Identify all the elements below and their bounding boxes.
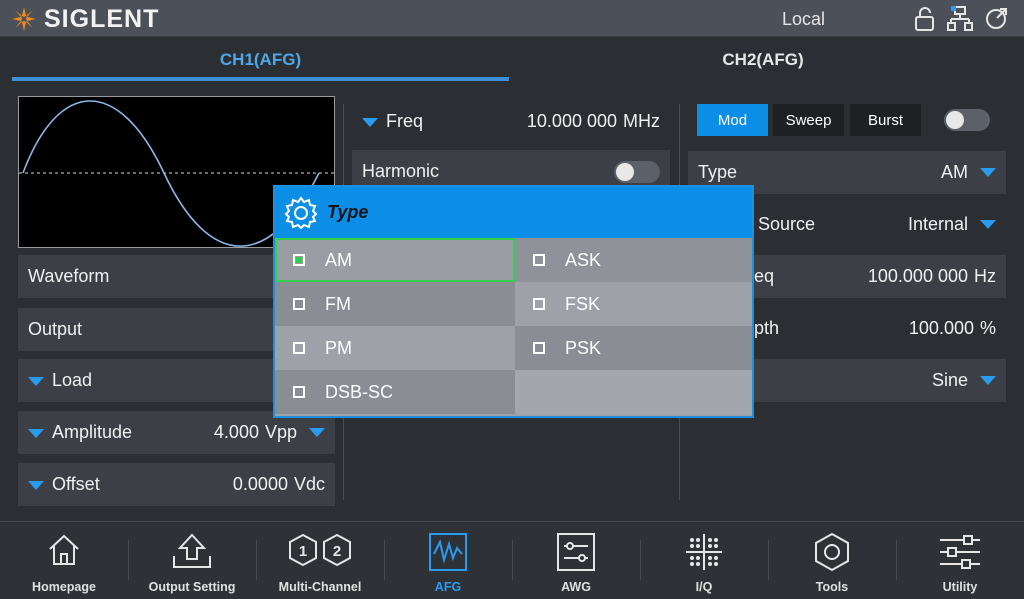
- nav-awg[interactable]: AWG: [512, 522, 640, 599]
- home-icon: [49, 534, 79, 565]
- svg-text:1: 1: [299, 543, 307, 560]
- modulation-toggle[interactable]: [944, 109, 990, 131]
- awg-icon: [557, 533, 595, 571]
- checkbox-icon: [293, 342, 305, 354]
- checkbox-icon: [533, 254, 545, 266]
- freq-value: 10.000 000: [526, 111, 617, 131]
- option-dsb-sc[interactable]: DSB-SC: [275, 370, 515, 414]
- amplitude-unit: Vpp: [264, 422, 297, 442]
- freq-row[interactable]: Freq 10.000 000 MHz: [352, 100, 670, 143]
- network-icon[interactable]: [947, 6, 973, 32]
- gear-icon: [284, 195, 318, 229]
- dropdown-triangle-icon: [980, 168, 996, 177]
- checkbox-icon: [293, 386, 305, 398]
- mod-freq-unit: Hz: [974, 266, 996, 286]
- sweep-tab-button[interactable]: Sweep: [773, 104, 844, 136]
- dialog-title: Type: [327, 202, 369, 222]
- option-pm[interactable]: PM: [275, 326, 515, 370]
- mod-shape-value: Sine: [931, 370, 968, 390]
- sliders-icon: [940, 535, 980, 569]
- dropdown-triangle-icon: [980, 376, 996, 385]
- option-am[interactable]: AM: [275, 238, 515, 282]
- mod-tab-button[interactable]: Mod: [697, 104, 768, 136]
- afg-wave-icon: [429, 533, 467, 571]
- option-ask[interactable]: ASK: [515, 238, 752, 282]
- siglent-star-icon: [12, 7, 36, 31]
- active-tab-indicator: [12, 77, 509, 81]
- nav-output-setting[interactable]: Output Setting: [128, 522, 256, 599]
- dropdown-triangle-icon: [980, 220, 996, 229]
- dialog-header: Type: [275, 187, 752, 238]
- channel-tabs: CH1(AFG) CH2(AFG): [0, 37, 1024, 83]
- offset-unit: Vdc: [293, 474, 325, 494]
- checkbox-icon: [533, 342, 545, 354]
- checkbox-icon: [533, 298, 545, 310]
- iq-grid-icon: [686, 534, 722, 570]
- tools-hexagon-icon: [815, 532, 849, 572]
- mod-source-value: Internal: [907, 214, 968, 234]
- bottom-nav: Homepage Output Setting 1 2 Multi-Channe…: [0, 521, 1024, 599]
- harmonic-toggle[interactable]: [614, 160, 660, 183]
- option-psk[interactable]: PSK: [515, 326, 752, 370]
- offset-row[interactable]: Offset 0.0000 Vdc: [18, 463, 335, 506]
- nav-tools[interactable]: Tools: [768, 522, 896, 599]
- checkbox-checked-icon: [293, 254, 305, 266]
- nav-homepage[interactable]: Homepage: [0, 522, 128, 599]
- nav-afg[interactable]: AFG: [384, 522, 512, 599]
- checkbox-icon: [293, 298, 305, 310]
- upload-icon: [173, 533, 211, 568]
- mod-depth-unit: %: [979, 318, 996, 338]
- tab-ch2[interactable]: CH2(AFG): [509, 37, 1017, 83]
- unlock-icon[interactable]: [914, 6, 936, 32]
- remote-status: Local: [782, 9, 826, 29]
- option-empty: [515, 370, 752, 414]
- siglent-logo: SIGLENT: [10, 4, 159, 34]
- option-fm[interactable]: FM: [275, 282, 515, 326]
- offset-value: 0.0000: [232, 474, 288, 494]
- dropdown-triangle-icon: [362, 117, 378, 127]
- mod-type-value: AM: [941, 162, 968, 182]
- option-fsk[interactable]: FSK: [515, 282, 752, 326]
- brand-name: SIGLENT: [44, 4, 160, 33]
- mod-depth-value: 100.000: [908, 318, 974, 338]
- amplitude-value: 4.000: [213, 422, 259, 442]
- screenshot-share-icon[interactable]: [985, 6, 1009, 30]
- nav-utility[interactable]: Utility: [896, 522, 1024, 599]
- burst-tab-button[interactable]: Burst: [850, 104, 921, 136]
- dropdown-triangle-icon: [28, 480, 44, 490]
- freq-unit: MHz: [623, 111, 660, 131]
- svg-text:2: 2: [333, 543, 341, 560]
- mod-freq-value: 100.000 000: [867, 266, 968, 286]
- type-select-dialog: Type AM ASK FM FSK PM PSK DSB-SC: [273, 185, 754, 418]
- top-bar: SIGLENT Local: [0, 0, 1024, 37]
- nav-iq[interactable]: I/Q: [640, 522, 768, 599]
- multi-channel-icon: 1 2: [289, 533, 351, 567]
- dropdown-triangle-icon: [28, 428, 44, 438]
- unit-dropdown-icon[interactable]: [309, 428, 325, 437]
- nav-multi-channel[interactable]: 1 2 Multi-Channel: [256, 522, 384, 599]
- dropdown-triangle-icon: [28, 376, 44, 386]
